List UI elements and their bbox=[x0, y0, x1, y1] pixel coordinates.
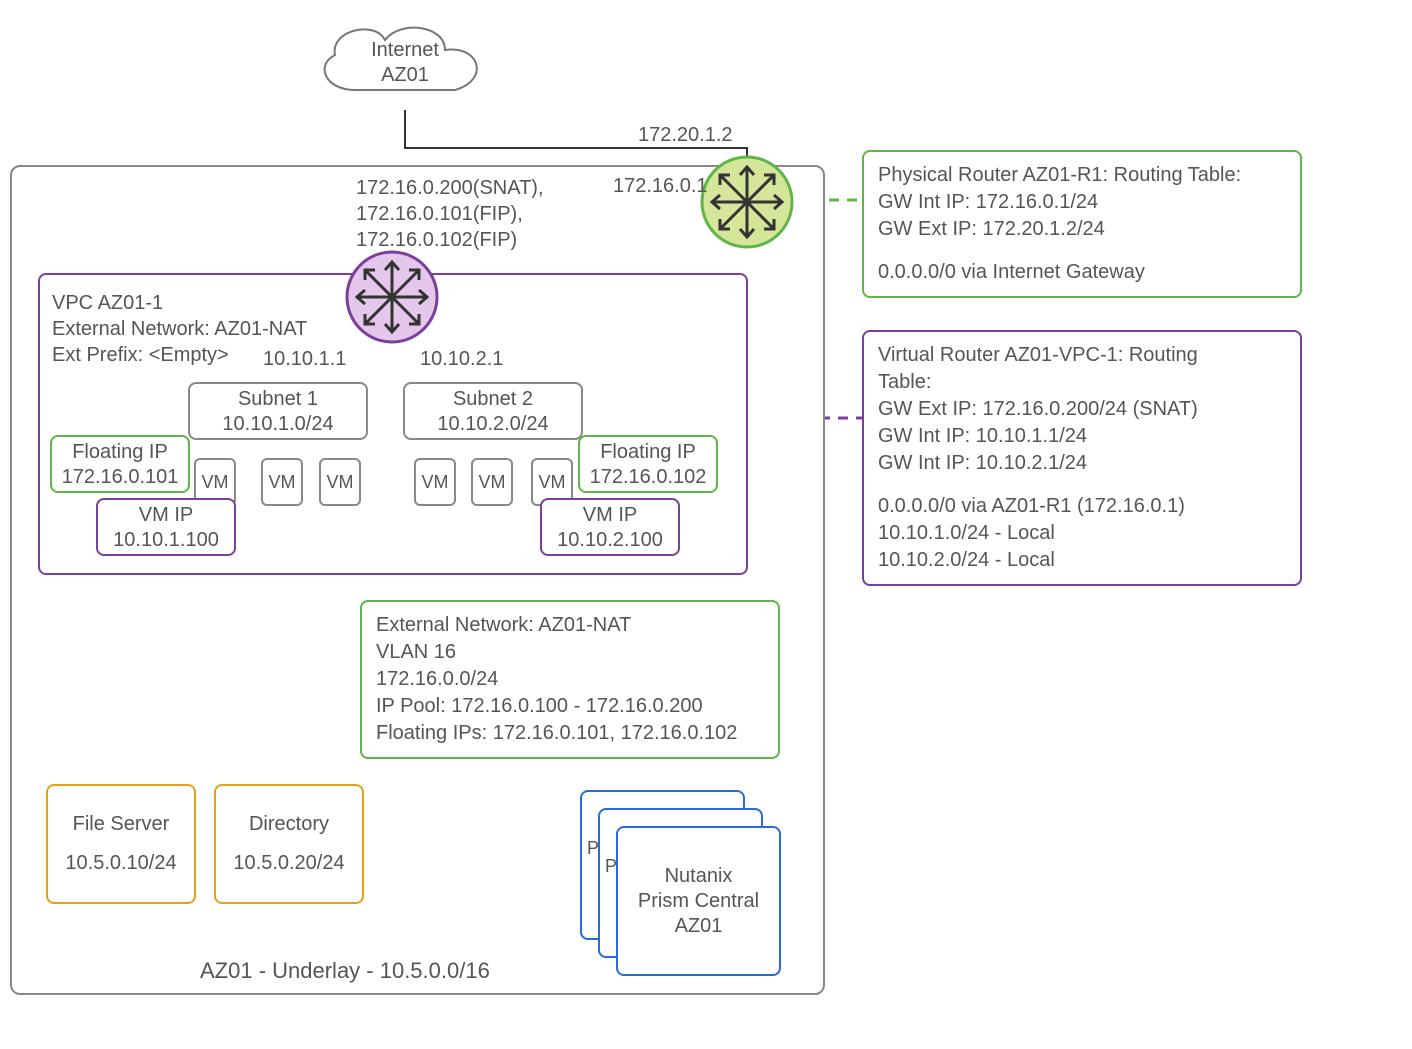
sub2-gw-label: 10.10.2.1 bbox=[420, 348, 503, 371]
ext-net-box: External Network: AZ01-NAT VLAN 16 172.1… bbox=[360, 600, 780, 759]
vmip2-title: VM IP bbox=[542, 503, 678, 528]
pr-l1: Physical Router AZ01-R1: Routing Table: bbox=[878, 162, 1286, 189]
prism-l2: Prism Central bbox=[618, 889, 779, 914]
vr-l2: Table: bbox=[878, 369, 1286, 396]
physical-router-icon bbox=[700, 155, 794, 249]
virtual-router-table-box: Virtual Router AZ01-VPC-1: Routing Table… bbox=[862, 330, 1302, 586]
file-server-name: File Server bbox=[48, 812, 194, 837]
cloud-label: Internet AZ01 bbox=[340, 38, 470, 88]
subnet2-cidr: 10.10.2.0/24 bbox=[405, 412, 581, 437]
pr-l3: GW Ext IP: 172.20.1.2/24 bbox=[878, 216, 1286, 243]
underlay-label: AZ01 - Underlay - 10.5.0.0/16 bbox=[200, 958, 490, 984]
fip1-title: Floating IP bbox=[52, 440, 188, 465]
vr-l3: GW Ext IP: 172.16.0.200/24 (SNAT) bbox=[878, 396, 1286, 423]
vmip1-box: VM IP 10.10.1.100 bbox=[96, 498, 236, 556]
pr-l2: GW Int IP: 172.16.0.1/24 bbox=[878, 189, 1286, 216]
extnet-l1: External Network: AZ01-NAT bbox=[376, 612, 764, 639]
vmip1-title: VM IP bbox=[98, 503, 234, 528]
extnet-l3: 172.16.0.0/24 bbox=[376, 666, 764, 693]
vr-l5: GW Int IP: 10.10.2.1/24 bbox=[878, 450, 1286, 477]
vpc-l2: External Network: AZ01-NAT bbox=[52, 316, 307, 342]
cloud-line2: AZ01 bbox=[340, 63, 470, 88]
subnet1-box: Subnet 1 10.10.1.0/24 bbox=[188, 382, 368, 440]
vr-l1: Virtual Router AZ01-VPC-1: Routing bbox=[878, 342, 1286, 369]
phys-router-table-box: Physical Router AZ01-R1: Routing Table: … bbox=[862, 150, 1302, 298]
directory-box: Directory 10.5.0.20/24 bbox=[214, 784, 364, 904]
extnet-l5: Floating IPs: 172.16.0.101, 172.16.0.102 bbox=[376, 720, 764, 747]
directory-name: Directory bbox=[216, 812, 362, 837]
subnet2-name: Subnet 2 bbox=[405, 387, 581, 412]
subnet1-cidr: 10.10.1.0/24 bbox=[190, 412, 366, 437]
fip1-box: Floating IP 172.16.0.101 bbox=[50, 435, 190, 493]
subnet1-name: Subnet 1 bbox=[190, 387, 366, 412]
fip2-box: Floating IP 172.16.0.102 bbox=[578, 435, 718, 493]
vm-box: VM bbox=[414, 458, 456, 506]
vm-box: VM bbox=[319, 458, 361, 506]
virtual-router-icon bbox=[345, 250, 439, 344]
prism-l3: AZ01 bbox=[618, 914, 779, 939]
vrouter-snat-label: 172.16.0.200(SNAT), bbox=[356, 175, 544, 201]
extnet-l2: VLAN 16 bbox=[376, 639, 764, 666]
prism-card-front: Nutanix Prism Central AZ01 bbox=[616, 826, 781, 976]
vr-l4: GW Int IP: 10.10.1.1/24 bbox=[878, 423, 1286, 450]
file-server-box: File Server 10.5.0.10/24 bbox=[46, 784, 196, 904]
vmip2-box: VM IP 10.10.2.100 bbox=[540, 498, 680, 556]
extnet-l4: IP Pool: 172.16.0.100 - 172.16.0.200 bbox=[376, 693, 764, 720]
vm-box: VM bbox=[471, 458, 513, 506]
fip2-title: Floating IP bbox=[580, 440, 716, 465]
fip1-ip: 172.16.0.101 bbox=[52, 465, 188, 490]
sub1-gw-label: 10.10.1.1 bbox=[263, 348, 346, 371]
cloud-line1: Internet bbox=[340, 38, 470, 63]
subnet2-box: Subnet 2 10.10.2.0/24 bbox=[403, 382, 583, 440]
vmip2-ip: 10.10.2.100 bbox=[542, 528, 678, 553]
vr-l7: 10.10.1.0/24 - Local bbox=[878, 520, 1286, 547]
vrouter-ext-labels: 172.16.0.200(SNAT), 172.16.0.101(FIP), 1… bbox=[356, 175, 544, 253]
vrouter-fip1-label: 172.16.0.101(FIP), bbox=[356, 201, 544, 227]
directory-ip: 10.5.0.20/24 bbox=[216, 851, 362, 876]
prism-l1: Nutanix bbox=[618, 864, 779, 889]
vm-box: VM bbox=[261, 458, 303, 506]
fip2-ip: 172.16.0.102 bbox=[580, 465, 716, 490]
vpc-l1: VPC AZ01-1 bbox=[52, 290, 307, 316]
vr-l8: 10.10.2.0/24 - Local bbox=[878, 547, 1286, 574]
phys-router-int-label: 172.16.0.1 bbox=[613, 175, 708, 198]
file-server-ip: 10.5.0.10/24 bbox=[48, 851, 194, 876]
phys-router-ext-label: 172.20.1.2 bbox=[638, 124, 733, 147]
vr-l6: 0.0.0.0/0 via AZ01-R1 (172.16.0.1) bbox=[878, 493, 1286, 520]
vmip1-ip: 10.10.1.100 bbox=[98, 528, 234, 553]
pr-l4: 0.0.0.0/0 via Internet Gateway bbox=[878, 259, 1286, 286]
